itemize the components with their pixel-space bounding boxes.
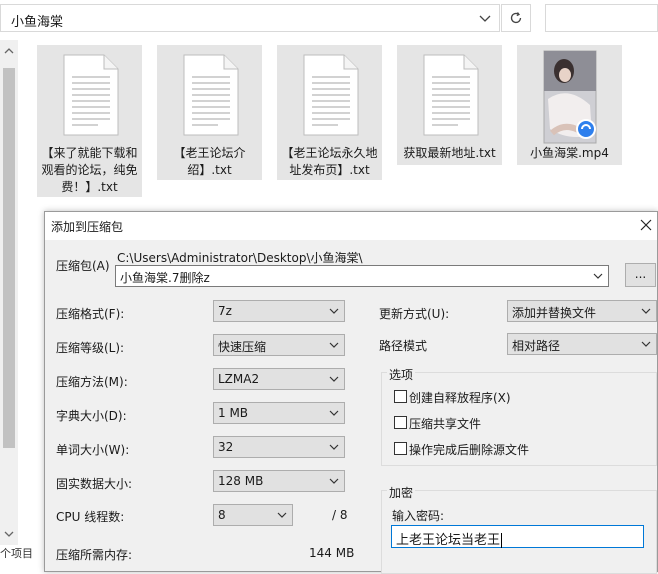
archive-label: 压缩包(A) xyxy=(56,259,110,273)
dictionary-select[interactable]: 1 MB xyxy=(213,402,345,424)
delete-after-checkbox[interactable] xyxy=(394,442,407,455)
encryption-title: 加密 xyxy=(387,484,416,501)
chevron-down-icon xyxy=(329,410,339,416)
archive-name-input[interactable]: 小鱼海棠.7删除z xyxy=(115,265,609,287)
add-to-archive-dialog: 添加到压缩包 压缩包(A) C:\Users\Administrator\Des… xyxy=(44,211,658,574)
solid-block-select[interactable]: 128 MB xyxy=(213,470,345,492)
file-name: 【老王论坛永久地址发布页】.txt xyxy=(281,146,378,177)
scroll-thumb[interactable] xyxy=(3,68,15,448)
text-file-icon xyxy=(303,54,358,136)
text-file-icon xyxy=(183,54,238,136)
password-label: 输入密码: xyxy=(392,509,445,523)
scroll-up-icon[interactable] xyxy=(3,46,15,56)
file-name: 小鱼海棠.mp4 xyxy=(530,146,609,160)
archive-path: C:\Users\Administrator\Desktop\小鱼海棠\ xyxy=(117,251,363,265)
dialog-title-bar[interactable]: 添加到压缩包 xyxy=(45,212,657,240)
file-item[interactable]: 【来了就能下载和观看的论坛，纯免费！】.txt xyxy=(37,45,142,197)
level-select[interactable]: 快速压缩 xyxy=(213,334,345,356)
scroll-down-icon[interactable] xyxy=(3,529,15,539)
text-file-icon xyxy=(63,54,118,136)
update-mode-select[interactable]: 添加并替换文件 xyxy=(507,300,657,322)
memory-value: 144 MB xyxy=(309,546,355,560)
chevron-down-icon xyxy=(329,308,339,314)
text-file-icon xyxy=(423,54,478,136)
path-mode-select[interactable]: 相对路径 xyxy=(507,333,657,355)
dialog-title: 添加到压缩包 xyxy=(51,220,124,234)
file-item[interactable]: 【老王论坛介绍】.txt xyxy=(157,45,262,180)
format-label: 压缩格式(F): xyxy=(56,307,125,321)
word-size-label: 单词大小(W): xyxy=(56,443,130,457)
cpu-threads-total: / 8 xyxy=(332,508,348,522)
options-title: 选项 xyxy=(387,366,416,383)
solid-block-label: 固实数据大小: xyxy=(56,477,133,491)
update-mode-value: 添加并替换文件 xyxy=(512,306,597,320)
shared-files-label[interactable]: 压缩共享文件 xyxy=(409,415,481,432)
vertical-scrollbar[interactable] xyxy=(0,40,18,545)
file-item[interactable]: 获取最新地址.txt xyxy=(397,45,502,165)
chevron-down-icon[interactable] xyxy=(592,269,604,283)
sfx-checkbox[interactable] xyxy=(394,390,407,403)
search-input[interactable] xyxy=(545,4,658,32)
chevron-down-icon xyxy=(329,342,339,348)
solid-block-value: 128 MB xyxy=(218,474,264,488)
archive-name-value: 小鱼海棠.7删除z xyxy=(120,271,210,285)
dictionary-value: 1 MB xyxy=(218,406,249,420)
chevron-down-icon xyxy=(329,376,339,382)
refresh-button[interactable] xyxy=(501,4,531,32)
chevron-down-icon xyxy=(641,341,651,347)
file-name: 获取最新地址.txt xyxy=(403,146,496,160)
dictionary-label: 字典大小(D): xyxy=(56,409,127,423)
cpu-threads-select[interactable]: 8 xyxy=(213,504,293,526)
word-size-select[interactable]: 32 xyxy=(213,436,345,458)
password-value: 上老王论坛当老王 xyxy=(396,533,501,548)
refresh-icon xyxy=(510,12,522,24)
path-mode-value: 相对路径 xyxy=(512,339,561,353)
delete-after-label[interactable]: 操作完成后删除源文件 xyxy=(409,441,529,458)
method-select[interactable]: LZMA2 xyxy=(213,368,345,390)
level-label: 压缩等级(L): xyxy=(56,341,125,355)
chevron-down-icon xyxy=(329,478,339,484)
close-icon[interactable] xyxy=(637,216,655,234)
chevron-down-icon xyxy=(277,512,287,518)
shared-files-checkbox[interactable] xyxy=(394,416,407,429)
chevron-down-icon[interactable] xyxy=(477,9,493,27)
file-item[interactable]: 【老王论坛永久地址发布页】.txt xyxy=(277,45,382,180)
video-thumbnail-icon xyxy=(543,50,596,144)
method-value: LZMA2 xyxy=(218,372,260,386)
file-name: 【老王论坛介绍】.txt xyxy=(173,146,246,177)
memory-label: 压缩所需内存: xyxy=(56,548,133,562)
password-input[interactable]: 上老王论坛当老王 xyxy=(391,525,644,548)
address-bar[interactable]: 小鱼海棠 xyxy=(0,4,500,32)
format-select[interactable]: 7z xyxy=(213,300,345,322)
address-text: 小鱼海棠 xyxy=(11,15,64,30)
update-mode-label: 更新方式(U): xyxy=(379,307,450,321)
chevron-down-icon xyxy=(641,308,651,314)
cpu-threads-label: CPU 线程数: xyxy=(56,510,125,524)
method-label: 压缩方法(M): xyxy=(56,375,128,389)
format-value: 7z xyxy=(218,304,232,318)
path-mode-label: 路径模式 xyxy=(379,339,428,353)
file-name: 【来了就能下载和观看的论坛，纯免费！】.txt xyxy=(41,146,138,194)
browse-button[interactable]: ... xyxy=(625,263,656,287)
file-item[interactable]: 小鱼海棠.mp4 xyxy=(517,45,622,165)
level-value: 快速压缩 xyxy=(218,340,267,354)
word-size-value: 32 xyxy=(218,440,234,454)
cpu-threads-value: 8 xyxy=(218,508,226,522)
sfx-label[interactable]: 创建自释放程序(X) xyxy=(409,389,511,406)
status-item-count: 个项目 xyxy=(0,547,33,560)
chevron-down-icon xyxy=(329,444,339,450)
